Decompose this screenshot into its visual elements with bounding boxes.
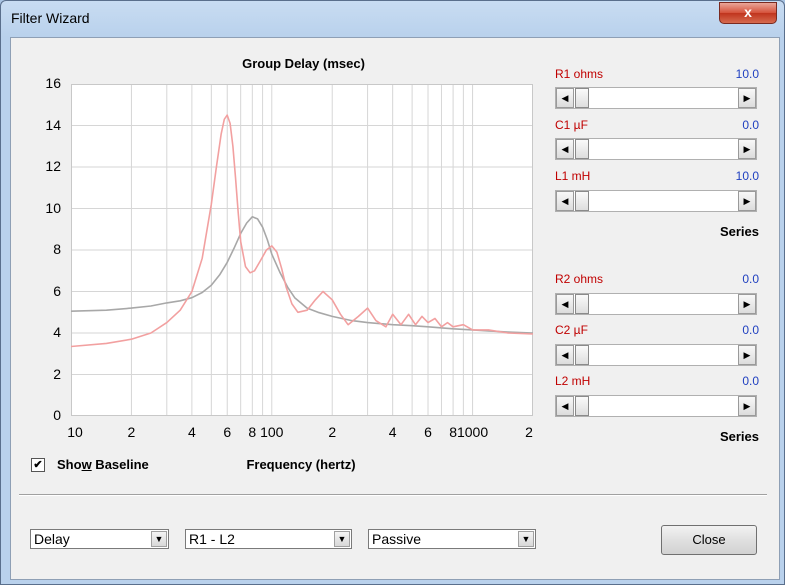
r1-label: R1 ohms [555,67,604,81]
c2-label: C2 µF [555,323,588,337]
range-dropdown-value: R1 - L2 [189,531,235,547]
r2-value: 0.0 [742,272,759,286]
c1-value: 0.0 [742,118,759,132]
c1-scrollbar[interactable]: ◀ ▶ [555,138,757,160]
r1-value: 10.0 [735,67,759,81]
scroll-left-arrow-icon[interactable]: ◀ [556,191,574,211]
x-tick-label: 1000 [456,424,489,440]
scroll-left-arrow-icon[interactable]: ◀ [556,294,574,314]
window-close-button[interactable]: x [719,2,777,24]
y-tick-label: 2 [53,365,61,382]
r2-scroll-thumb[interactable] [575,294,589,314]
filter-type-dropdown-value: Passive [372,531,422,547]
y-tick-label: 14 [45,116,61,133]
dropdown-arrow-icon[interactable]: ▼ [334,531,350,547]
y-tick-label: 0 [53,407,61,423]
scroll-right-arrow-icon[interactable]: ▶ [738,88,756,108]
c2-scrollbar[interactable]: ◀ ▶ [555,344,757,366]
group-delay-chart [71,84,533,416]
l2-value: 0.0 [742,374,759,388]
c2-scroll-thumb[interactable] [575,345,589,365]
range-dropdown[interactable]: R1 - L2 ▼ [185,529,352,549]
l2-label: L2 mH [555,374,591,388]
r1-scrollbar[interactable]: ◀ ▶ [555,87,757,109]
scroll-left-arrow-icon[interactable]: ◀ [556,88,574,108]
c1-scroll-thumb[interactable] [575,139,589,159]
window-title: Filter Wizard [11,10,90,26]
c2-value: 0.0 [742,323,759,337]
show-baseline-checkbox-row[interactable]: ✔ Show Baseline [31,457,149,472]
scroll-right-arrow-icon[interactable]: ▶ [738,139,756,159]
l1-scrollbar[interactable]: ◀ ▶ [555,190,757,212]
scroll-left-arrow-icon[interactable]: ◀ [556,139,574,159]
chart-title: Group Delay (msec) [242,56,365,71]
mode-dropdown[interactable]: Delay ▼ [30,529,169,549]
y-tick-label: 6 [53,282,61,299]
r1-scroll-thumb[interactable] [575,88,589,108]
l1-scroll-thumb[interactable] [575,191,589,211]
scroll-left-arrow-icon[interactable]: ◀ [556,396,574,416]
y-tick-label: 12 [45,158,61,174]
show-baseline-checkbox[interactable]: ✔ [31,457,45,472]
y-tick-label: 8 [53,241,61,257]
filter-wizard-window: Filter Wizard x Group Delay (msec) 0 2 4 6 8… [0,0,785,585]
scroll-right-arrow-icon[interactable]: ▶ [738,191,756,211]
x-tick-label: 10 [67,424,83,440]
filter-type-dropdown[interactable]: Passive ▼ [368,529,536,549]
c1-label: C1 µF [555,118,588,132]
x-tick-label: 4 [187,424,196,440]
group2-series-label: Series [719,429,759,444]
x-tick-label: 2 [525,424,533,440]
l1-value: 10.0 [735,169,759,183]
x-tick-label: 2 [328,424,337,440]
l2-scrollbar[interactable]: ◀ ▶ [555,395,757,417]
mode-dropdown-value: Delay [34,531,70,547]
dropdown-arrow-icon[interactable]: ▼ [518,531,534,547]
y-tick-label: 16 [45,75,61,91]
scroll-left-arrow-icon[interactable]: ◀ [556,345,574,365]
group1-series-label: Series [719,224,759,239]
y-tick-label: 4 [53,324,61,340]
scroll-right-arrow-icon[interactable]: ▶ [738,396,756,416]
x-tick-label: 4 [388,424,397,440]
r2-scrollbar[interactable]: ◀ ▶ [555,293,757,315]
dropdown-arrow-icon[interactable]: ▼ [151,531,167,547]
show-baseline-label: Show Baseline [57,457,149,472]
x-tick-label: 100 [260,424,284,440]
scroll-right-arrow-icon[interactable]: ▶ [738,345,756,365]
y-tick-label: 10 [45,199,61,216]
scroll-right-arrow-icon[interactable]: ▶ [738,294,756,314]
dialog-client-area: Group Delay (msec) 0 2 4 6 8 10 12 14 16 10 2 4 6 8 1… [10,37,780,580]
separator [19,494,767,496]
x-tick-label: 2 [127,424,136,440]
x-axis-label: Frequency (hertz) [246,457,356,472]
l2-scroll-thumb[interactable] [575,396,589,416]
r2-label: R2 ohms [555,272,604,286]
close-button[interactable]: Close [661,525,757,555]
l1-label: L1 mH [555,169,591,183]
